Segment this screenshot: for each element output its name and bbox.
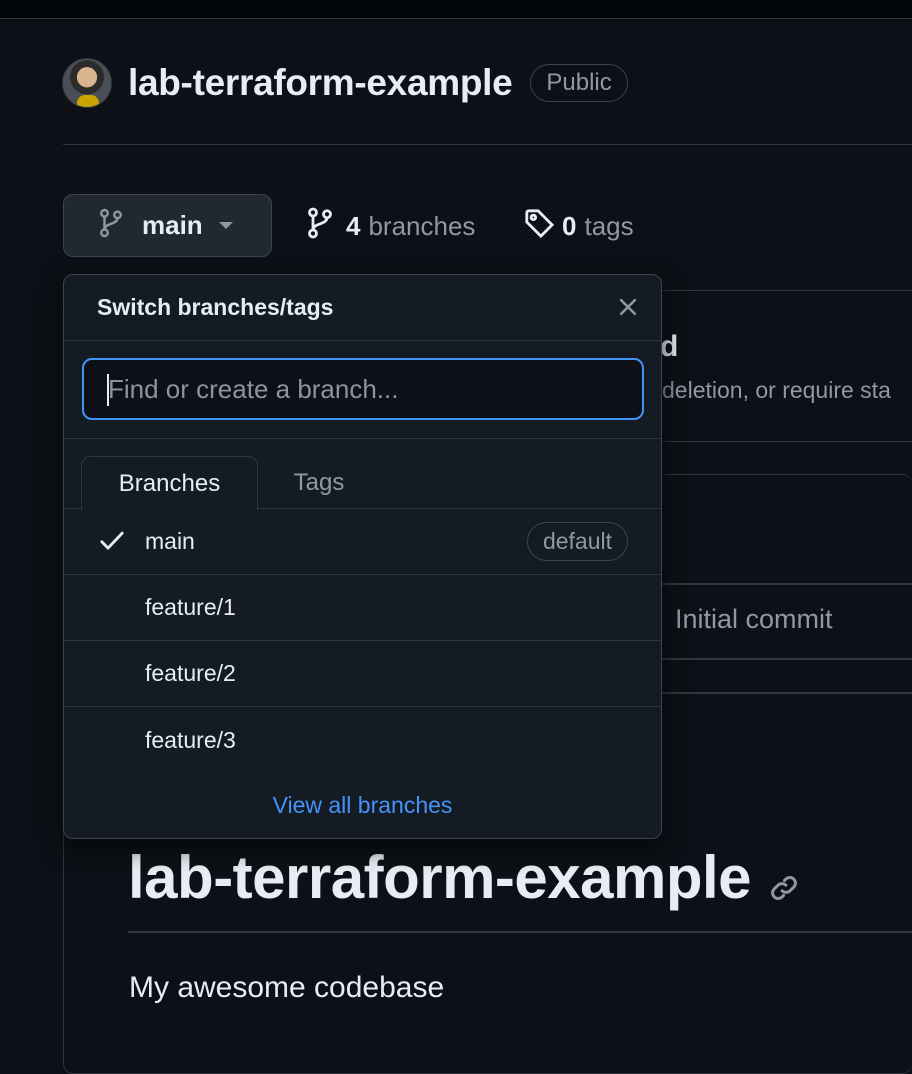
readme-heading: lab-terraform-example bbox=[128, 838, 799, 917]
tags-label: tags bbox=[584, 210, 634, 241]
tab-tags[interactable]: Tags bbox=[258, 456, 380, 510]
link-icon[interactable] bbox=[769, 848, 799, 917]
protection-desc-fragment: deletion, or require sta bbox=[662, 377, 891, 403]
row-divider bbox=[660, 692, 912, 694]
protection-title-fragment: d bbox=[660, 330, 679, 363]
close-icon[interactable] bbox=[617, 296, 639, 323]
branch-item-feature-1[interactable]: feature/1 bbox=[64, 575, 661, 641]
repo-header: lab-terraform-example Public bbox=[62, 57, 628, 109]
tab-branches[interactable]: Branches bbox=[81, 456, 258, 511]
branch-name: main bbox=[145, 528, 195, 554]
visibility-badge: Public bbox=[530, 64, 628, 102]
branches-count: 4 bbox=[346, 210, 361, 241]
top-bar bbox=[0, 0, 912, 19]
header-divider bbox=[63, 144, 912, 145]
branch-name: feature/2 bbox=[145, 660, 236, 686]
dropdown-header: Switch branches/tags bbox=[64, 275, 661, 341]
tags-link[interactable]: 0 tags bbox=[524, 206, 634, 246]
chevron-down-icon bbox=[218, 222, 233, 229]
text-cursor bbox=[107, 374, 109, 406]
row-divider bbox=[660, 658, 912, 660]
commit-message[interactable]: Initial commit bbox=[675, 604, 833, 635]
dropdown-tabs: Branches Tags bbox=[64, 439, 661, 511]
readme-divider bbox=[128, 931, 912, 933]
filter-section bbox=[64, 341, 661, 439]
git-branch-icon bbox=[306, 207, 334, 246]
branches-label: branches bbox=[368, 210, 476, 241]
branch-name: feature/3 bbox=[145, 726, 236, 753]
tags-count: 0 bbox=[562, 210, 577, 241]
check-icon bbox=[99, 530, 125, 557]
git-branch-icon bbox=[98, 208, 124, 243]
branches-link[interactable]: 4 branches bbox=[306, 206, 475, 246]
branch-select-button[interactable]: main bbox=[63, 194, 272, 257]
dropdown-title: Switch branches/tags bbox=[97, 294, 334, 320]
branch-filter-input[interactable] bbox=[82, 358, 644, 420]
branch-item-feature-3[interactable]: feature/3 bbox=[64, 707, 661, 773]
avatar[interactable] bbox=[62, 58, 112, 108]
default-badge: default bbox=[526, 522, 628, 561]
view-all-branches-link[interactable]: View all branches bbox=[64, 792, 661, 819]
branch-item-main[interactable]: main default bbox=[64, 509, 661, 575]
readme-body: My awesome codebase bbox=[129, 971, 445, 1004]
current-branch-label: main bbox=[142, 210, 203, 240]
repo-title[interactable]: lab-terraform-example bbox=[128, 62, 513, 104]
row-divider bbox=[660, 583, 912, 585]
branch-dropdown: Switch branches/tags Branches Tags main … bbox=[63, 274, 662, 839]
branch-name: feature/1 bbox=[145, 594, 236, 620]
readme-title: lab-terraform-example bbox=[128, 844, 752, 911]
branch-item-feature-2[interactable]: feature/2 bbox=[64, 641, 661, 707]
tag-icon bbox=[524, 208, 555, 245]
